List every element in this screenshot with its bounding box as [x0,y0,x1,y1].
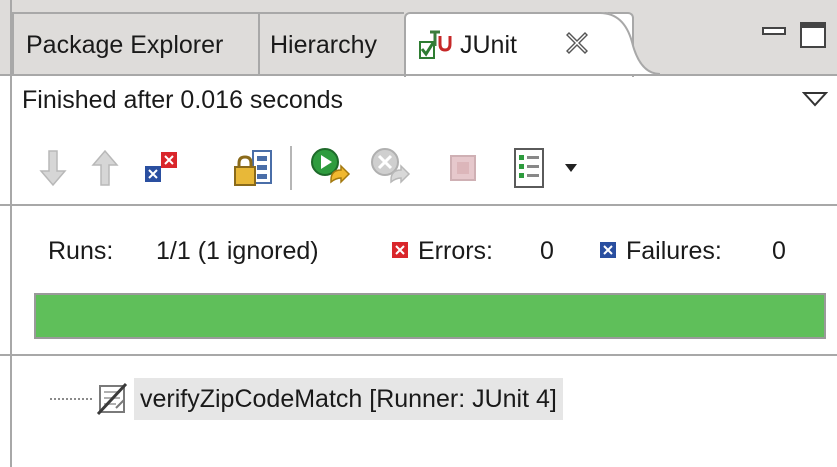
toolbar-separator [290,146,292,190]
tab-hierarchy-label: Hierarchy [270,31,377,59]
tab-junit-label: JUnit [460,31,517,59]
failures-label: Failures: [626,237,722,265]
tree-divider [0,354,837,356]
maximize-icon[interactable] [798,20,828,50]
scroll-lock-icon [234,150,272,186]
stop-icon [450,155,476,181]
progress-bar-fill [36,295,824,337]
status-message: Finished after 0.016 seconds [22,86,344,114]
tab-package-explorer-label: Package Explorer [26,31,224,59]
history-dropdown-button[interactable] [556,142,586,194]
tab-baseline [0,74,837,76]
rerun-failed-first-icon [371,148,411,184]
next-failure-icon [39,150,67,187]
ignored-test-icon [96,382,128,416]
junit-view: Package Explorer Hierarchy JUnit Finishe… [0,0,837,467]
toolbar-divider [0,204,837,206]
runs-label: Runs: [48,237,114,265]
stop-button[interactable] [440,142,486,194]
progress-bar [34,293,826,339]
view-menu-icon[interactable] [802,90,828,108]
failures-value: 0 [772,237,786,265]
rerun-test-button[interactable] [308,142,354,194]
errors-value: 0 [540,237,554,265]
tab-package-explorer[interactable]: Package Explorer [12,12,258,75]
junit-toolbar [30,142,810,194]
minimize-icon[interactable] [760,20,788,50]
tree-connector [50,398,92,400]
errors-label: Errors: [418,237,493,265]
test-run-history-button[interactable] [506,142,552,194]
chevron-down-icon [565,164,577,172]
error-icon [392,242,408,258]
next-failure-button[interactable] [30,142,76,194]
previous-failure-button[interactable] [82,142,128,194]
tab-hierarchy[interactable]: Hierarchy [258,12,404,75]
view-tab-bar: Package Explorer Hierarchy JUnit [0,0,837,77]
show-failures-only-button[interactable] [138,142,184,194]
show-failures-only-icon [145,152,177,182]
test-run-history-icon [514,148,544,188]
counter-panel: Runs: 1/1 (1 ignored) Errors: 0 Failures… [0,226,837,276]
failure-icon [600,242,616,258]
view-left-border [10,0,12,467]
previous-failure-icon [91,149,119,186]
rerun-failed-first-button[interactable] [368,142,414,194]
runs-value: 1/1 (1 ignored) [156,237,319,265]
test-tree-item-label: verifyZipCodeMatch [Runner: JUnit 4] [134,378,563,420]
close-icon[interactable] [564,30,590,56]
tab-junit-curve [600,12,660,75]
scroll-lock-button[interactable] [230,142,276,194]
rerun-test-icon [311,148,351,184]
junit-icon [419,30,452,59]
